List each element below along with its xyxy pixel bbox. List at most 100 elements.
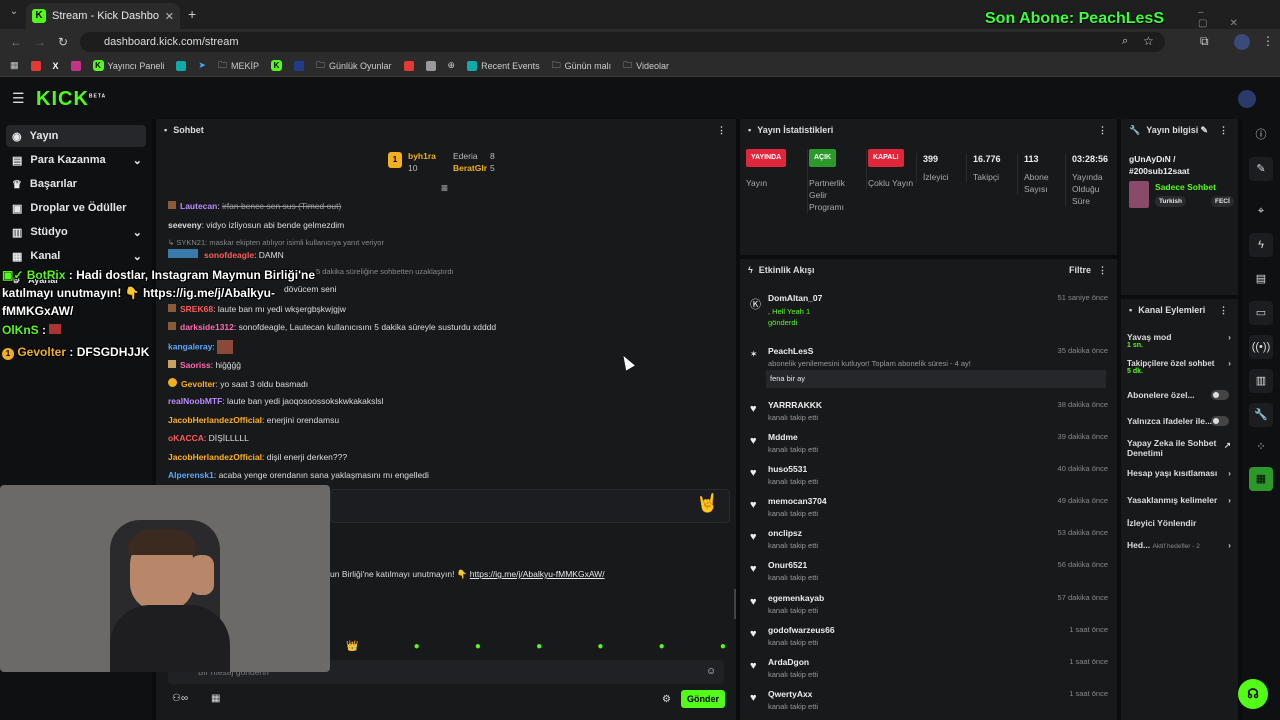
pinned-link[interactable]: https://ig.me/j/Abalkyu-fMMKGxAW/ [470,569,605,579]
chat-username[interactable]: realNoobMTF [168,396,222,406]
activity-user[interactable]: QwertyAxx [768,689,812,699]
bookmark-folder[interactable]: 🗀 Videolar [623,58,669,74]
activity-user[interactable]: DomAltan_07 [768,293,822,303]
chat-icon[interactable]: ▭ [1249,301,1273,325]
chat-username[interactable]: Lautecan [180,201,217,211]
sidebar-item-para-kazanma[interactable]: ▤ Para Kazanma ⌄ [6,149,146,171]
clapperboard-icon[interactable]: ▦ [1249,467,1273,491]
crosshair-icon[interactable]: ⌖ [1249,199,1273,223]
activity-user[interactable]: godofwarzeus66 [768,625,835,635]
window-controls[interactable]: –▢✕ [1198,7,1280,29]
emote-icon[interactable]: ● [475,641,481,655]
action-goals[interactable]: Hed... Aktif hedefler - 2 › [1127,540,1233,550]
sidebar-item-basarilar[interactable]: ♛ Başarılar [6,173,146,195]
edit-icon[interactable]: ✎ [1200,125,1208,136]
emote-icon[interactable]: ● [659,641,665,655]
globe-bookmark-icon[interactable]: ⊕ [448,60,456,71]
address-bar[interactable]: dashboard.kick.com/stream [80,32,1165,52]
app-bookmark-icon[interactable] [176,60,187,71]
chat-settings-icon[interactable]: ⚙ [662,694,671,705]
app-bookmark-icon[interactable] [293,60,304,71]
chat-username[interactable]: sonofdeagle [204,250,254,260]
chat-username[interactable]: darkside1312 [180,322,234,332]
browser-menu-icon[interactable]: ⋮ [1262,34,1274,48]
youtube-bookmark-icon[interactable] [30,60,41,71]
bookmark-folder[interactable]: 🗀 Günlük Oyunlar [316,58,392,74]
browser-tab[interactable]: K Stream - Kick Dashboard ✕ [26,3,180,29]
action-banned-words[interactable]: Yasaklanmış kelimeler › [1127,495,1233,505]
chat-tools-icon[interactable]: ⚇∞ [172,693,188,704]
broadcast-icon[interactable]: ((•)) [1249,335,1273,359]
activity-user[interactable]: Onur6521 [768,560,807,570]
filter-button[interactable]: Filtre [1069,265,1091,275]
tab-search-button[interactable]: ⌄ [6,6,22,22]
scrollbar[interactable] [734,589,736,619]
back-icon[interactable]: ← [10,35,22,49]
chat-username[interactable]: Alperensk1 [168,470,214,480]
sidebar-item-droplar[interactable]: ▣ Droplar ve Ödüller [6,197,146,219]
kick-logo[interactable]: KICKBETA [36,88,106,111]
sidebar-item-kanal[interactable]: ▦ Kanal ⌄ [6,245,146,267]
network-icon[interactable]: ⁘ [1249,435,1273,459]
zoom-icon[interactable]: ⌕ [1122,35,1128,48]
apps-grid-icon[interactable]: ▦ [10,60,19,71]
chat-username[interactable]: Saoriss [180,360,211,370]
chat-username[interactable]: Gevolter [181,379,216,389]
play-bookmark-icon[interactable]: ➤ [198,60,206,71]
support-chat-button[interactable]: ☊ [1238,679,1268,709]
activity-user[interactable]: PeachLesS [768,346,813,356]
filter-icon[interactable]: ≡ [441,181,448,195]
info-icon[interactable]: ⓘ [1249,123,1273,147]
activity-user[interactable]: egemenkayab [768,593,824,603]
new-tab-button[interactable]: + [188,6,196,22]
bookmark-folder[interactable]: 🗀 MEKİP [218,58,259,74]
emoji-picker-icon[interactable]: ☺ [706,666,716,677]
youtube-bookmark-icon[interactable] [403,60,414,71]
user-avatar[interactable] [1238,90,1256,108]
activity-user[interactable]: onclipsz [768,528,802,538]
wrench-icon[interactable]: 🔧 [1249,403,1273,427]
image-bookmark-icon[interactable] [425,60,436,71]
bookmark-item[interactable]: K Yayıncı Paneli [92,60,164,71]
bookmark-star-icon[interactable]: ☆ [1143,34,1154,48]
layout-icon[interactable]: ▥ [1249,369,1273,393]
action-account-age[interactable]: Hesap yaşı kısıtlaması › [1127,468,1233,478]
tag[interactable]: Turkish [1155,196,1186,207]
send-button[interactable]: Gönder [681,690,725,708]
emotes-only-toggle[interactable] [1211,416,1229,426]
emote-icon[interactable]: ● [720,641,726,655]
subscribers-only-toggle[interactable] [1211,390,1229,400]
reload-icon[interactable]: ↻ [58,35,68,49]
emote-icon[interactable]: ● [414,641,420,655]
tag[interactable]: FECİ [1211,196,1234,207]
activity-user[interactable]: YARRRAKKK [768,400,822,410]
action-raid[interactable]: İzleyici Yönlendir [1127,518,1233,528]
kick-bookmark-icon[interactable]: K [270,60,282,71]
action-slow-mode[interactable]: Yavaş mod 1 sn. › [1127,332,1233,349]
profile-avatar[interactable] [1234,34,1250,50]
chat-username[interactable]: JacobHerlandezOfficial [168,415,262,425]
forward-icon[interactable]: → [34,35,46,49]
hamburger-menu-icon[interactable]: ☰ [12,90,25,107]
more-options-icon[interactable]: ⋮ [717,125,726,136]
activity-user[interactable]: Mddme [768,432,798,442]
store-icon[interactable]: ▦ [211,693,220,704]
more-options-icon[interactable]: ⋮ [1098,125,1107,136]
action-subscribers-only[interactable]: Abonelere özel... [1127,390,1233,400]
lightning-icon[interactable]: ϟ [1249,233,1273,257]
bookmark-folder[interactable]: 🗀 Günün malı [552,58,612,74]
close-tab-icon[interactable]: ✕ [165,10,174,23]
activity-user[interactable]: ArdaDgon [768,657,809,667]
activity-user[interactable]: huso5531 [768,464,807,474]
more-options-icon[interactable]: ⋮ [1098,265,1107,276]
more-options-icon[interactable]: ⋮ [1219,305,1228,316]
extensions-icon[interactable]: ⧉ [1200,34,1209,49]
document-icon[interactable]: ▤ [1249,267,1273,291]
x-bookmark-icon[interactable]: X [53,61,59,71]
emote-icon[interactable]: ● [597,641,603,655]
action-followers-only[interactable]: Takipçilere özel sohbet 5 dk. › [1127,358,1233,375]
emote-icon[interactable]: 👑 [346,641,358,655]
chat-username[interactable]: oKACCA [168,433,204,443]
bookmark-item[interactable]: Recent Events [467,60,540,71]
action-emotes-only[interactable]: Yalnızca ifadeler ile... [1127,416,1233,426]
